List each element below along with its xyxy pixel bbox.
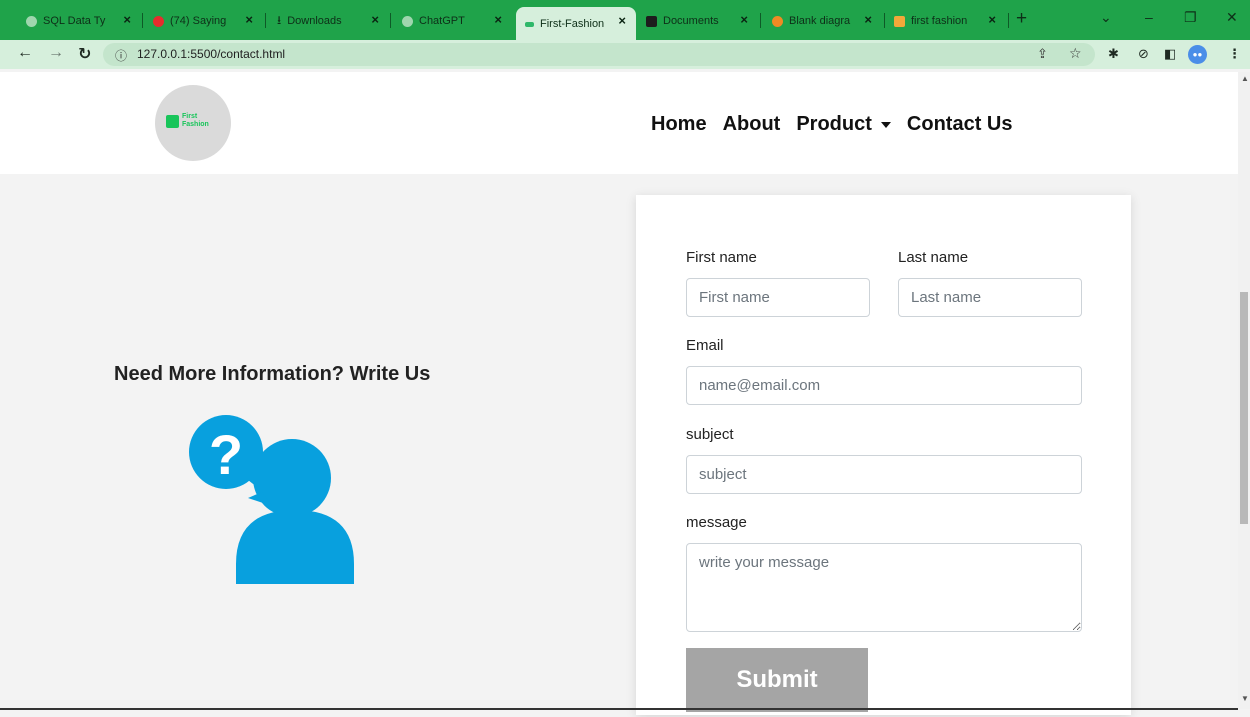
tab-close-icon[interactable]: × xyxy=(618,13,626,28)
nav-product-dropdown[interactable]: Product xyxy=(796,113,893,136)
nav-home-link[interactable]: Home xyxy=(651,113,707,136)
tab-separator xyxy=(390,13,391,28)
page-scrollbar[interactable]: ▲ ▼ xyxy=(1238,72,1250,709)
logo-mark-icon xyxy=(166,115,179,128)
browser-tab-active[interactable]: First-Fashion × xyxy=(516,7,636,40)
new-tab-button[interactable]: + xyxy=(1016,8,1027,30)
speech-bubble-shape xyxy=(253,439,331,517)
subject-label: subject xyxy=(686,426,734,443)
contact-form: First name Last name Email subject messa… xyxy=(636,195,1131,715)
first-name-label: First name xyxy=(686,249,757,266)
browser-tab[interactable]: (74) Saying × xyxy=(153,9,263,33)
tab-title: SQL Data Ty xyxy=(43,15,106,27)
tab-title: First-Fashion xyxy=(540,18,605,30)
tab-title: Blank diagra xyxy=(789,15,851,27)
restore-icon[interactable]: ❐ xyxy=(1184,9,1197,26)
bookmark-star-icon[interactable]: ☆ xyxy=(1069,45,1082,62)
tab-separator xyxy=(142,13,143,28)
scroll-up-arrow-icon[interactable]: ▲ xyxy=(1241,74,1249,83)
submit-button[interactable]: Submit xyxy=(686,648,868,712)
message-textarea[interactable] xyxy=(686,543,1082,632)
tab-favicon-icon xyxy=(894,15,905,27)
nav-about-link[interactable]: About xyxy=(723,113,781,136)
logo-text: First Fashion xyxy=(182,113,222,129)
first-name-input[interactable] xyxy=(686,278,870,317)
tab-title: (74) Saying xyxy=(170,15,227,27)
youtube-icon xyxy=(153,15,164,27)
tab-title: Documents xyxy=(663,15,719,27)
last-name-input[interactable] xyxy=(898,278,1082,317)
reload-icon[interactable]: ↻ xyxy=(78,44,91,64)
extensions-icon[interactable]: ✱ xyxy=(1108,46,1119,62)
tab-separator xyxy=(884,13,885,28)
browser-tab[interactable]: first fashion × xyxy=(894,9,1006,33)
browser-tab[interactable]: Blank diagra × xyxy=(772,9,882,33)
message-label: message xyxy=(686,514,747,531)
tab-close-icon[interactable]: × xyxy=(371,12,379,27)
url-text[interactable]: 127.0.0.1:5500/contact.html xyxy=(137,47,285,61)
window-close-icon[interactable]: ✕ xyxy=(1226,9,1238,26)
tab-close-icon[interactable]: × xyxy=(245,12,253,27)
browser-tab[interactable]: ChatGPT × xyxy=(402,9,512,33)
caret-down-icon xyxy=(880,121,891,128)
tab-close-icon[interactable]: × xyxy=(988,12,996,27)
minimize-icon[interactable]: – xyxy=(1145,9,1153,25)
tab-close-icon[interactable]: × xyxy=(494,12,502,27)
site-info-icon[interactable]: ⓘ xyxy=(115,47,127,64)
tab-favicon-icon xyxy=(26,15,37,27)
chatgpt-icon xyxy=(402,15,413,27)
address-bar[interactable]: ⓘ 127.0.0.1:5500/contact.html ⇪ ☆ xyxy=(103,43,1095,66)
tab-close-icon[interactable]: × xyxy=(864,12,872,27)
drawio-icon xyxy=(772,15,783,27)
tab-search-icon[interactable]: ⌄ xyxy=(1100,9,1112,26)
nav-product-label: Product xyxy=(796,113,872,135)
browser-tab[interactable]: Documents × xyxy=(646,9,758,33)
nav-contact-link[interactable]: Contact Us xyxy=(907,113,1013,136)
tab-favicon-icon xyxy=(525,21,534,27)
browser-tab-strip: SQL Data Ty × (74) Saying × ⭳ Downloads … xyxy=(0,0,1250,40)
tab-title: Downloads xyxy=(287,15,342,27)
last-name-label: Last name xyxy=(898,249,969,266)
scroll-down-arrow-icon[interactable]: ▼ xyxy=(1241,694,1249,703)
logo-text-line2: Fashion xyxy=(182,121,209,128)
documents-icon xyxy=(646,15,657,27)
tab-title: ChatGPT xyxy=(419,15,465,27)
tab-close-icon[interactable]: × xyxy=(123,12,131,27)
email-label: Email xyxy=(686,337,724,354)
profile-avatar[interactable]: ●● xyxy=(1188,45,1207,64)
extension-icon[interactable]: ⊘ xyxy=(1138,46,1149,62)
tab-close-icon[interactable]: × xyxy=(740,12,748,27)
email-input[interactable] xyxy=(686,366,1082,405)
browser-tab[interactable]: SQL Data Ty × xyxy=(26,9,141,33)
question-person-icon: ? xyxy=(189,415,354,584)
menu-icon[interactable]: ⋮ xyxy=(1228,46,1241,62)
site-header: First Fashion Home About Product Contact… xyxy=(0,72,1238,174)
info-heading: Need More Information? Write Us xyxy=(114,363,431,385)
logo[interactable]: First Fashion xyxy=(155,85,231,161)
tab-separator xyxy=(265,13,266,28)
forward-icon[interactable]: → xyxy=(48,44,64,62)
browser-toolbar: ← → ↻ ⓘ 127.0.0.1:5500/contact.html ⇪ ☆ … xyxy=(0,40,1250,69)
tab-separator xyxy=(1008,13,1009,28)
scrollbar-thumb[interactable] xyxy=(1240,292,1248,524)
download-icon: ⭳ xyxy=(277,12,282,27)
window-bottom-edge xyxy=(0,708,1238,710)
question-mark-glyph: ? xyxy=(209,423,243,486)
tab-separator xyxy=(760,13,761,28)
back-icon[interactable]: ← xyxy=(17,44,33,62)
person-body-shape xyxy=(236,510,354,584)
logo-text-line1: First xyxy=(182,113,198,120)
side-panel-icon[interactable]: ◧ xyxy=(1164,46,1176,62)
share-icon[interactable]: ⇪ xyxy=(1037,46,1048,62)
browser-tab[interactable]: ⭳ Downloads × xyxy=(277,9,389,33)
tab-title: first fashion xyxy=(911,15,968,27)
subject-input[interactable] xyxy=(686,455,1082,494)
main-nav: Home About Product Contact Us xyxy=(651,113,1028,136)
